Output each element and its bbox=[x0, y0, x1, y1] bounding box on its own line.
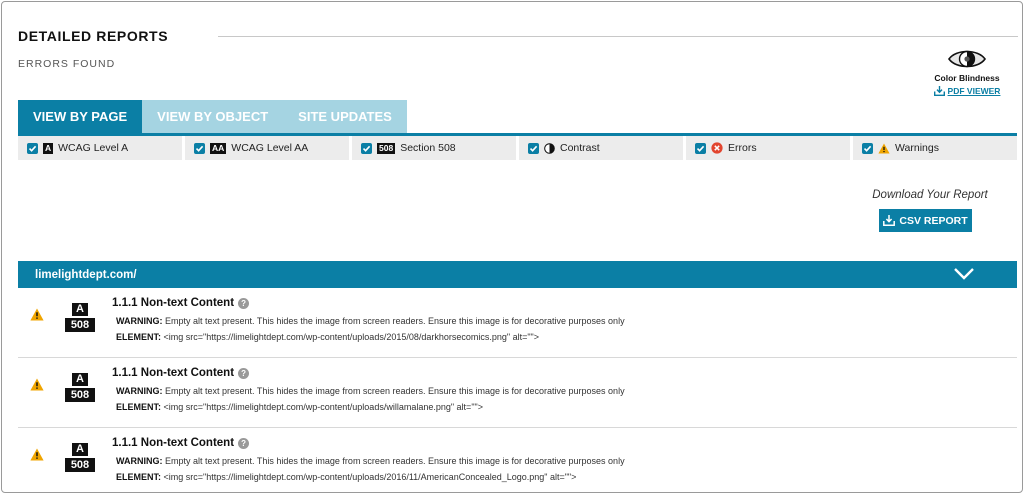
help-icon[interactable]: ? bbox=[238, 437, 250, 449]
filter-wcag-a[interactable]: A WCAG Level A bbox=[18, 136, 182, 160]
warning-text: Empty alt text present. This hides the i… bbox=[165, 456, 625, 466]
warning-key: WARNING: bbox=[116, 316, 163, 326]
filter-errors[interactable]: Errors bbox=[686, 136, 850, 160]
checkbox-checked-icon[interactable] bbox=[27, 142, 38, 154]
checkbox-checked-icon[interactable] bbox=[862, 142, 873, 154]
filter-contrast[interactable]: Contrast bbox=[519, 136, 683, 160]
warning-message: WARNING: Empty alt text present. This hi… bbox=[116, 386, 625, 396]
issue-row: A 508 1.1.1 Non-text Content ? WARNING: … bbox=[18, 288, 1017, 358]
checkbox-checked-icon[interactable] bbox=[361, 142, 372, 154]
level-badges: A 508 bbox=[65, 443, 95, 472]
warning-icon bbox=[878, 143, 890, 153]
filter-section-508[interactable]: 508 Section 508 bbox=[352, 136, 516, 160]
page-subtitle: ERRORS FOUND bbox=[18, 58, 116, 70]
help-icon[interactable]: ? bbox=[238, 297, 250, 309]
filter-label: Warnings bbox=[895, 142, 939, 154]
level-a-badge: A bbox=[72, 373, 88, 386]
download-caption: Download Your Report bbox=[872, 189, 988, 201]
tab-view-by-object[interactable]: VIEW BY OBJECT bbox=[142, 100, 284, 133]
download-icon bbox=[933, 86, 945, 96]
issue-row: A 508 1.1.1 Non-text Content ? WARNING: … bbox=[18, 358, 1017, 428]
checkbox-checked-icon[interactable] bbox=[695, 142, 706, 154]
element-key: ELEMENT: bbox=[116, 402, 161, 412]
warning-icon bbox=[30, 448, 44, 461]
help-icon[interactable]: ? bbox=[238, 367, 250, 379]
csv-report-label: CSV REPORT bbox=[899, 214, 968, 227]
checkbox-checked-icon[interactable] bbox=[194, 142, 205, 154]
level-a-badge: A bbox=[43, 142, 54, 154]
criterion-label: 1.1.1 Non-text Content bbox=[112, 297, 235, 309]
contrast-icon bbox=[544, 142, 555, 154]
element-code: ELEMENT: <img src="https://limelightdept… bbox=[116, 472, 576, 482]
section-508-badge: 508 bbox=[65, 318, 95, 332]
criterion-label: 1.1.1 Non-text Content bbox=[112, 437, 235, 449]
pdf-viewer-label: PDF VIEWER bbox=[947, 86, 1001, 96]
level-aa-badge: AA bbox=[210, 142, 227, 154]
criterion-title: 1.1.1 Non-text Content ? bbox=[112, 367, 250, 379]
tab-view-by-page[interactable]: VIEW BY PAGE bbox=[18, 100, 143, 133]
filter-label: Contrast bbox=[560, 142, 600, 154]
criterion-title: 1.1.1 Non-text Content ? bbox=[112, 297, 250, 309]
download-icon bbox=[883, 215, 896, 226]
title-divider bbox=[218, 36, 1018, 37]
filter-label: WCAG Level A bbox=[58, 142, 129, 154]
eye-icon[interactable] bbox=[947, 46, 987, 72]
warning-key: WARNING: bbox=[116, 456, 163, 466]
element-key: ELEMENT: bbox=[116, 332, 161, 342]
csv-report-button[interactable]: CSV REPORT bbox=[879, 209, 972, 232]
filter-wcag-aa[interactable]: AA WCAG Level AA bbox=[185, 136, 349, 160]
color-blindness-block: Color Blindness PDF VIEWER bbox=[922, 46, 1012, 101]
level-badges: A 508 bbox=[65, 303, 95, 332]
element-text: <img src="https://limelightdept.com/wp-c… bbox=[163, 472, 577, 482]
element-text: <img src="https://limelightdept.com/wp-c… bbox=[163, 402, 483, 412]
level-a-badge: A bbox=[72, 443, 88, 456]
error-icon bbox=[711, 142, 723, 154]
site-name: limelightdept.com/ bbox=[35, 268, 137, 281]
warning-icon bbox=[30, 378, 44, 391]
section-508-badge: 508 bbox=[65, 388, 95, 402]
criterion-title: 1.1.1 Non-text Content ? bbox=[112, 437, 250, 449]
element-key: ELEMENT: bbox=[116, 472, 161, 482]
level-a-badge: A bbox=[72, 303, 88, 316]
issue-row: A 508 1.1.1 Non-text Content ? WARNING: … bbox=[18, 428, 1017, 492]
report-panel: DETAILED REPORTS ERRORS FOUND Color Blin… bbox=[1, 1, 1023, 493]
filter-label: Section 508 bbox=[400, 142, 456, 154]
checkbox-checked-icon[interactable] bbox=[528, 142, 539, 154]
filter-label: Errors bbox=[728, 142, 757, 154]
criterion-label: 1.1.1 Non-text Content bbox=[112, 367, 235, 379]
section-508-badge: 508 bbox=[377, 142, 396, 154]
warning-key: WARNING: bbox=[116, 386, 163, 396]
warning-message: WARNING: Empty alt text present. This hi… bbox=[116, 456, 625, 466]
element-code: ELEMENT: <img src="https://limelightdept… bbox=[116, 402, 483, 412]
color-blindness-label: Color Blindness bbox=[934, 73, 1000, 83]
tab-site-updates[interactable]: SITE UPDATES bbox=[283, 100, 407, 133]
level-badges: A 508 bbox=[65, 373, 95, 402]
warning-icon bbox=[30, 308, 44, 321]
element-code: ELEMENT: <img src="https://limelightdept… bbox=[116, 332, 539, 342]
element-text: <img src="https://limelightdept.com/wp-c… bbox=[163, 332, 539, 342]
warning-text: Empty alt text present. This hides the i… bbox=[165, 316, 625, 326]
view-tabs: VIEW BY PAGE VIEW BY OBJECT SITE UPDATES bbox=[18, 100, 407, 133]
page-title: DETAILED REPORTS bbox=[18, 28, 169, 44]
filter-bar: A WCAG Level A AA WCAG Level AA 508 Sect… bbox=[18, 136, 1017, 160]
chevron-down-icon[interactable] bbox=[953, 266, 975, 282]
section-508-badge: 508 bbox=[65, 458, 95, 472]
warning-text: Empty alt text present. This hides the i… bbox=[165, 386, 625, 396]
warning-message: WARNING: Empty alt text present. This hi… bbox=[116, 316, 625, 326]
site-accordion-header[interactable]: limelightdept.com/ bbox=[18, 261, 1017, 288]
filter-label: WCAG Level AA bbox=[231, 142, 309, 154]
pdf-viewer-link[interactable]: PDF VIEWER bbox=[933, 86, 1001, 96]
filter-warnings[interactable]: Warnings bbox=[853, 136, 1017, 160]
